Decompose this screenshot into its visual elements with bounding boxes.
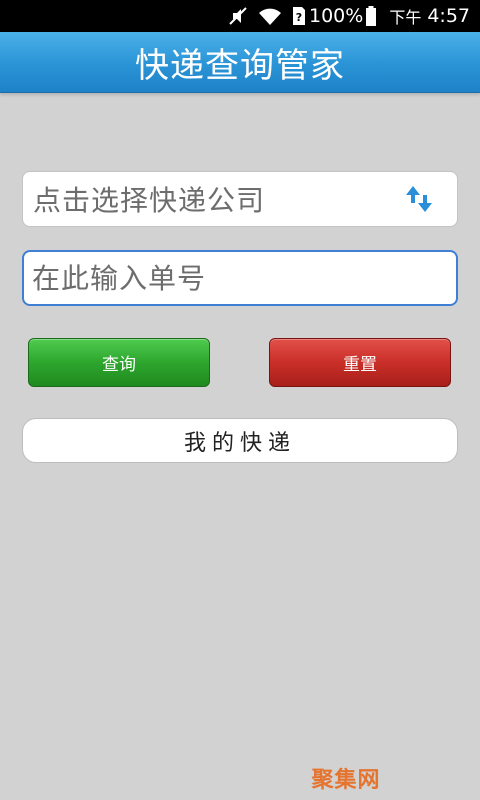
tracking-number-input[interactable]	[22, 250, 458, 306]
svg-text:?: ?	[296, 11, 302, 24]
query-button[interactable]: 查询	[28, 338, 210, 387]
title-bar: 快递查询管家	[0, 32, 480, 93]
swap-arrows-icon	[401, 181, 437, 217]
battery-level: 100%	[308, 5, 364, 27]
status-bar: ? 100% 下午 4:57	[0, 0, 480, 32]
mute-icon	[227, 5, 249, 27]
reset-button[interactable]: 重置	[269, 338, 451, 387]
time-period: 下午	[389, 8, 422, 27]
watermark-logo: 聚集网	[311, 768, 381, 793]
battery-icon	[365, 5, 377, 27]
my-parcels-button[interactable]: 我的快递	[22, 418, 458, 463]
app-title: 快递查询管家	[135, 45, 345, 86]
courier-company-placeholder: 点击选择快递公司	[33, 184, 266, 217]
wifi-icon	[257, 5, 283, 27]
sim-card-icon: ?	[291, 5, 307, 27]
clock: 4:57	[427, 5, 470, 27]
courier-company-selector[interactable]: 点击选择快递公司	[22, 171, 458, 227]
